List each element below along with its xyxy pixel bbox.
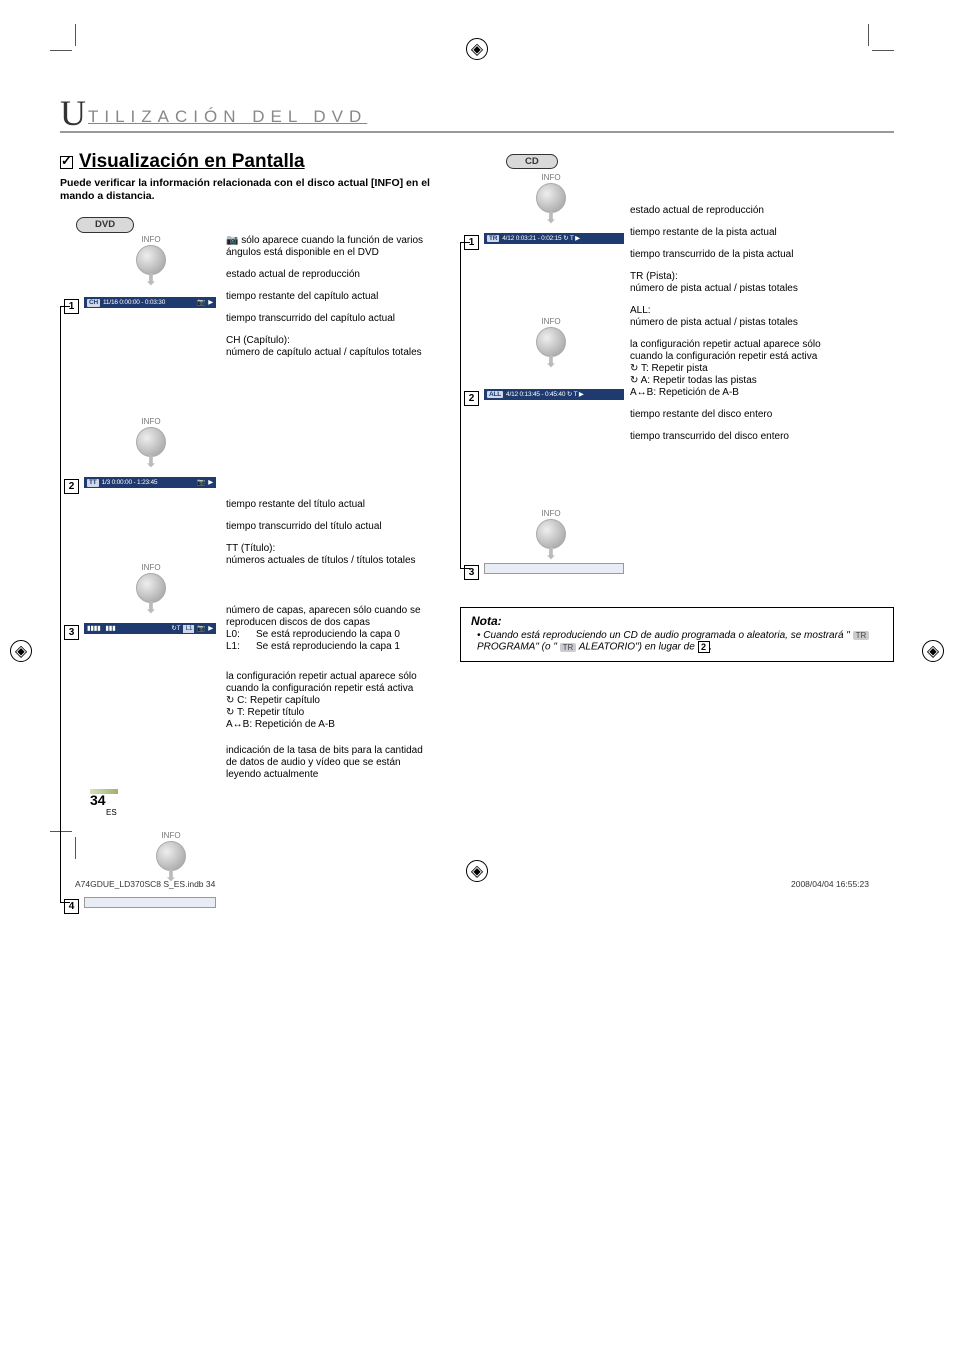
checkbox-icon: [60, 156, 73, 169]
callout-ch-elapsed: tiempo transcurrido del capítulo actual: [226, 313, 436, 325]
osd-bar-cd-2: ALL 4/12 0:13:45 - 0:45:40 ↻ T ▶: [484, 389, 624, 400]
crop-mark: [872, 50, 894, 51]
note-item: Cuando está reproduciendo un CD de audio…: [477, 630, 883, 653]
subsection-text: Visualización en Pantalla: [79, 151, 305, 173]
callout-tt-elapsed: tiempo transcurrido del título actual: [226, 521, 436, 533]
step-marker-2: 2: [464, 391, 479, 406]
callout-angle: 📷 sólo aparece cuando la función de vari…: [226, 235, 436, 259]
callout-repeat: la configuración repetir actual aparece …: [226, 671, 436, 731]
osd-bar-empty: [484, 563, 624, 574]
info-button-icon: INFO ⬇: [536, 317, 566, 369]
callout-cd-tr: TR (Pista): número de pista actual / pis…: [630, 271, 840, 295]
step-marker-3: 3: [64, 625, 79, 640]
dvd-pill: DVD: [76, 217, 134, 232]
info-button-icon: INFO ⬇: [536, 173, 566, 225]
info-button-icon: INFO ⬇: [536, 509, 566, 561]
bitrate-icon: ▮▮▮▮ ▮▮▮: [87, 625, 115, 633]
note-box: Nota: Cuando está reproduciendo un CD de…: [460, 607, 894, 662]
callout-cd-repeat: la configuración repetir actual aparece …: [630, 339, 840, 399]
page-number: 34 ES: [90, 789, 118, 817]
callout-tt-remain: tiempo restante del título actual: [226, 499, 436, 511]
crop-mark: [50, 50, 72, 51]
subsection-heading: Visualización en Pantalla: [60, 151, 440, 173]
callout-bitrate: indicación de la tasa de bits para la ca…: [226, 745, 436, 781]
osd-bar-dvd-3: ▮▮▮▮ ▮▮▮ ↻TL1📷▶: [84, 623, 216, 634]
footer-filename: A74GDUE_LD370SC8 S_ES.indb 34: [75, 879, 215, 889]
tree-bracket: [60, 306, 64, 903]
crop-mark: [868, 24, 869, 46]
tree-bracket: [460, 242, 464, 569]
registration-mark-right: [922, 640, 944, 662]
callout-cd-status: estado actual de reproducción: [630, 205, 840, 217]
callout-layer: número de capas, aparecen sólo cuando se…: [226, 605, 436, 653]
footer-timestamp: 2008/04/04 16:55:23: [791, 879, 869, 889]
callout-cd-disc-remain: tiempo restante del disco entero: [630, 409, 840, 421]
repeat-icon: ↻: [226, 707, 237, 718]
callout-cd-all: ALL: número de pista actual / pistas tot…: [630, 305, 840, 329]
repeat-icon: ↻: [630, 375, 641, 386]
tr-pill: TR: [560, 643, 577, 652]
angle-icon: 📷: [226, 235, 241, 246]
callout-tt-number: TT (Título): números actuales de títulos…: [226, 543, 436, 567]
info-button-icon: INFO ⬇: [136, 563, 166, 615]
callout-ch-number: CH (Capítulo): número de capítulo actual…: [226, 335, 436, 359]
section-title-text: TILIZACIÓN DEL DVD: [88, 107, 367, 131]
registration-mark-top: [466, 38, 488, 60]
dropcap: U: [60, 95, 86, 131]
info-button-icon: INFO ⬇: [156, 831, 186, 883]
osd-bar-dvd-1: CH 11/16 0:00:00 - 0:03:30 📷▶: [84, 297, 216, 308]
ref-step-2: 2: [698, 641, 710, 653]
crop-mark: [75, 24, 76, 46]
callout-cd-tr-remain: tiempo restante de la pista actual: [630, 227, 840, 239]
angle-icon: 📷: [197, 299, 205, 307]
callout-ch-remain: tiempo restante del capítulo actual: [226, 291, 436, 303]
osd-bar-dvd-2: TT 1/3 0:00:00 - 1:23:45 📷▶: [84, 477, 216, 488]
note-title: Nota:: [471, 614, 883, 628]
repeat-icon: ↻: [630, 363, 641, 374]
callout-status: estado actual de reproducción: [226, 269, 436, 281]
registration-mark-left: [10, 640, 32, 662]
info-button-icon: INFO ⬇: [136, 417, 166, 469]
callout-cd-tr-elapsed: tiempo transcurrido de la pista actual: [630, 249, 840, 261]
section-title: U TILIZACIÓN DEL DVD: [60, 95, 894, 133]
intro-text: Puede verificar la información relaciona…: [60, 177, 440, 203]
cd-pill: CD: [506, 154, 558, 169]
info-button-icon: INFO ⬇: [136, 235, 166, 287]
osd-bar-cd-1: TR 4/12 0:03:21 - 0:02:15 ↻ T ▶: [484, 233, 624, 244]
step-marker-2: 2: [64, 479, 79, 494]
footer: A74GDUE_LD370SC8 S_ES.indb 34 2008/04/04…: [75, 879, 869, 889]
callout-cd-disc-elapsed: tiempo transcurrido del disco entero: [630, 431, 840, 443]
osd-bar-empty: [84, 897, 216, 908]
repeat-icon: ↻: [226, 695, 237, 706]
tr-pill: TR: [853, 631, 870, 640]
